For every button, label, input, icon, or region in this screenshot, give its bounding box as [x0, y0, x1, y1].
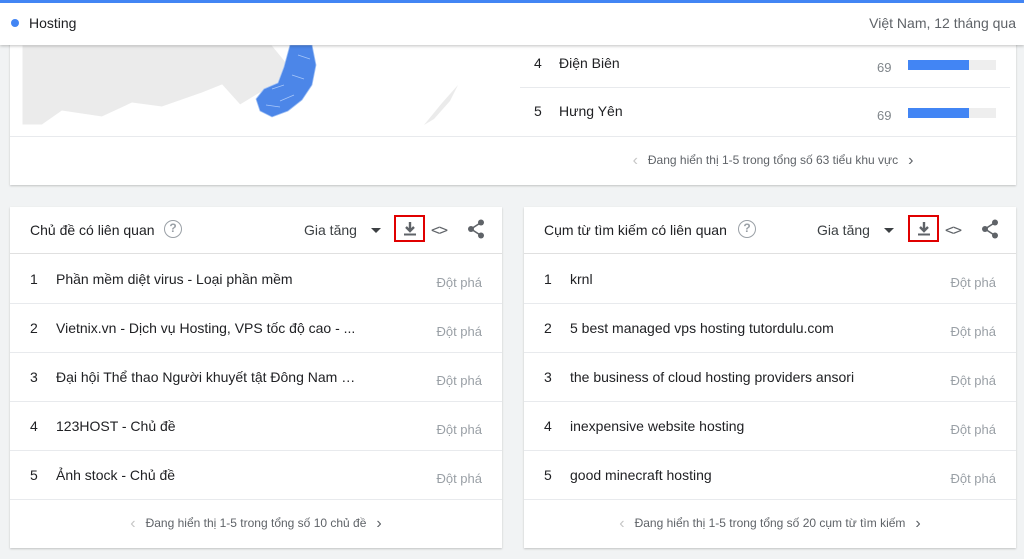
search-term[interactable]: Hosting — [29, 15, 76, 31]
help-icon[interactable]: ? — [738, 220, 756, 238]
pagination-text: Đang hiển thị 1-5 trong tổng số 20 cụm t… — [634, 516, 906, 530]
embed-code-icon[interactable]: <> — [945, 221, 962, 239]
item-text[interactable]: Ảnh stock - Chủ đề — [56, 467, 175, 483]
item-text[interactable]: Vietnix.vn - Dịch vụ Hosting, VPS tốc độ… — [56, 320, 355, 336]
term-color-dot — [11, 19, 19, 27]
list-item[interactable]: 5 good minecraft hosting Đột phá — [524, 451, 1016, 500]
region-pagination: ‹ Đang hiển thị 1-5 trong tổng số 63 tiểu… — [10, 152, 1016, 170]
list-item[interactable]: 1 krnl Đột phá — [524, 255, 1016, 304]
share-icon[interactable] — [467, 219, 485, 244]
pagination-text: Đang hiển thị 1-5 trong tổng số 10 chủ đ… — [145, 516, 367, 530]
embed-code-icon[interactable]: <> — [431, 221, 448, 239]
region-name[interactable]: Điện Biên — [559, 55, 620, 71]
list-item[interactable]: 3 Đại hội Thể thao Người khuyết tật Đông… — [10, 353, 502, 402]
region-value: 69 — [877, 108, 892, 123]
list-item[interactable]: 3 the business of cloud hosting provider… — [524, 353, 1016, 402]
item-value: Đột phá — [950, 422, 996, 437]
next-page-icon[interactable]: › — [898, 152, 923, 170]
list-item[interactable]: 5 Ảnh stock - Chủ đề Đột phá — [10, 451, 502, 500]
item-value: Đột phá — [436, 471, 482, 486]
download-icon — [918, 222, 930, 236]
region-value: 69 — [877, 60, 892, 75]
item-rank: 2 — [544, 320, 552, 336]
item-text[interactable]: Đại hội Thể thao Người khuyết tật Đông N… — [56, 369, 361, 385]
item-value: Đột phá — [950, 373, 996, 388]
region-bar-fill — [908, 108, 969, 118]
list-item[interactable]: 4 123HOST - Chủ đề Đột phá — [10, 402, 502, 451]
interest-by-region-card: 4 Điện Biên 69 5 Hưng Yên 69 ‹ Đang hiển … — [10, 40, 1016, 185]
region-bar-fill — [908, 60, 969, 70]
item-rank: 3 — [30, 369, 38, 385]
item-value: Đột phá — [950, 324, 996, 339]
region-rank: 4 — [534, 55, 542, 71]
item-rank: 4 — [30, 418, 38, 434]
region-period[interactable]: Việt Nam, 12 tháng qua — [869, 15, 1016, 31]
item-rank: 1 — [544, 271, 552, 287]
share-icon[interactable] — [981, 219, 999, 244]
item-value: Đột phá — [950, 471, 996, 486]
card-title: Chủ đề có liên quan — [30, 222, 155, 238]
region-bar — [908, 108, 996, 118]
card-title: Cụm từ tìm kiếm có liên quan — [544, 222, 727, 238]
item-rank: 4 — [544, 418, 552, 434]
download-button[interactable] — [908, 215, 939, 242]
item-value: Đột phá — [950, 275, 996, 290]
next-page-icon[interactable]: › — [366, 515, 391, 533]
item-value: Đột phá — [436, 275, 482, 290]
region-bar — [908, 60, 996, 70]
item-text[interactable]: the business of cloud hosting providers … — [570, 369, 854, 385]
help-icon[interactable]: ? — [164, 220, 182, 238]
card-header: Chủ đề có liên quan ? Gia tăng <> — [10, 207, 502, 254]
item-text[interactable]: inexpensive website hosting — [570, 418, 744, 434]
related-queries-card: Cụm từ tìm kiếm có liên quan ? Gia tăng … — [524, 207, 1016, 548]
compare-header: Hosting Việt Nam, 12 tháng qua — [0, 0, 1024, 45]
caret-down-icon — [883, 228, 894, 233]
item-value: Đột phá — [436, 324, 482, 339]
item-text[interactable]: krnl — [570, 271, 593, 287]
region-rank: 5 — [534, 103, 542, 119]
sort-label: Gia tăng — [817, 222, 870, 238]
item-value: Đột phá — [436, 422, 482, 437]
list-item[interactable]: 1 Phần mềm diệt virus - Loại phần mềm Độ… — [10, 255, 502, 304]
queries-pagination: ‹ Đang hiển thị 1-5 trong tổng số 20 cụm … — [524, 515, 1016, 533]
sort-dropdown[interactable]: Gia tăng — [817, 222, 894, 238]
item-text[interactable]: good minecraft hosting — [570, 467, 712, 483]
topics-pagination: ‹ Đang hiển thị 1-5 trong tổng số 10 chủ … — [10, 515, 502, 533]
region-name[interactable]: Hưng Yên — [559, 103, 623, 119]
prev-page-icon[interactable]: ‹ — [623, 152, 648, 170]
prev-page-icon[interactable]: ‹ — [609, 515, 634, 533]
download-button[interactable] — [394, 215, 425, 242]
item-rank: 5 — [544, 467, 552, 483]
related-topics-card: Chủ đề có liên quan ? Gia tăng <> 1 Phần… — [10, 207, 502, 548]
prev-page-icon[interactable]: ‹ — [120, 515, 145, 533]
list-item[interactable]: 4 inexpensive website hosting Đột phá — [524, 402, 1016, 451]
item-rank: 3 — [544, 369, 552, 385]
download-icon — [404, 222, 416, 236]
region-row[interactable]: 5 Hưng Yên 69 — [520, 88, 1010, 136]
item-rank: 2 — [30, 320, 38, 336]
region-map[interactable] — [22, 45, 522, 125]
item-value: Đột phá — [436, 373, 482, 388]
item-rank: 1 — [30, 271, 38, 287]
sort-dropdown[interactable]: Gia tăng — [304, 222, 381, 238]
region-row[interactable]: 4 Điện Biên 69 — [520, 40, 1010, 88]
list-item[interactable]: 2 5 best managed vps hosting tutordulu.c… — [524, 304, 1016, 353]
item-text[interactable]: 123HOST - Chủ đề — [56, 418, 176, 434]
card-header: Cụm từ tìm kiếm có liên quan ? Gia tăng … — [524, 207, 1016, 254]
pagination-text: Đang hiển thị 1-5 trong tổng số 63 tiểu … — [647, 153, 899, 167]
next-page-icon[interactable]: › — [905, 515, 930, 533]
item-text[interactable]: Phần mềm diệt virus - Loại phần mềm — [56, 271, 293, 287]
divider — [10, 136, 1016, 137]
sort-label: Gia tăng — [304, 222, 357, 238]
item-rank: 5 — [30, 467, 38, 483]
item-text[interactable]: 5 best managed vps hosting tutordulu.com — [570, 320, 834, 336]
caret-down-icon — [370, 228, 381, 233]
list-item[interactable]: 2 Vietnix.vn - Dịch vụ Hosting, VPS tốc … — [10, 304, 502, 353]
